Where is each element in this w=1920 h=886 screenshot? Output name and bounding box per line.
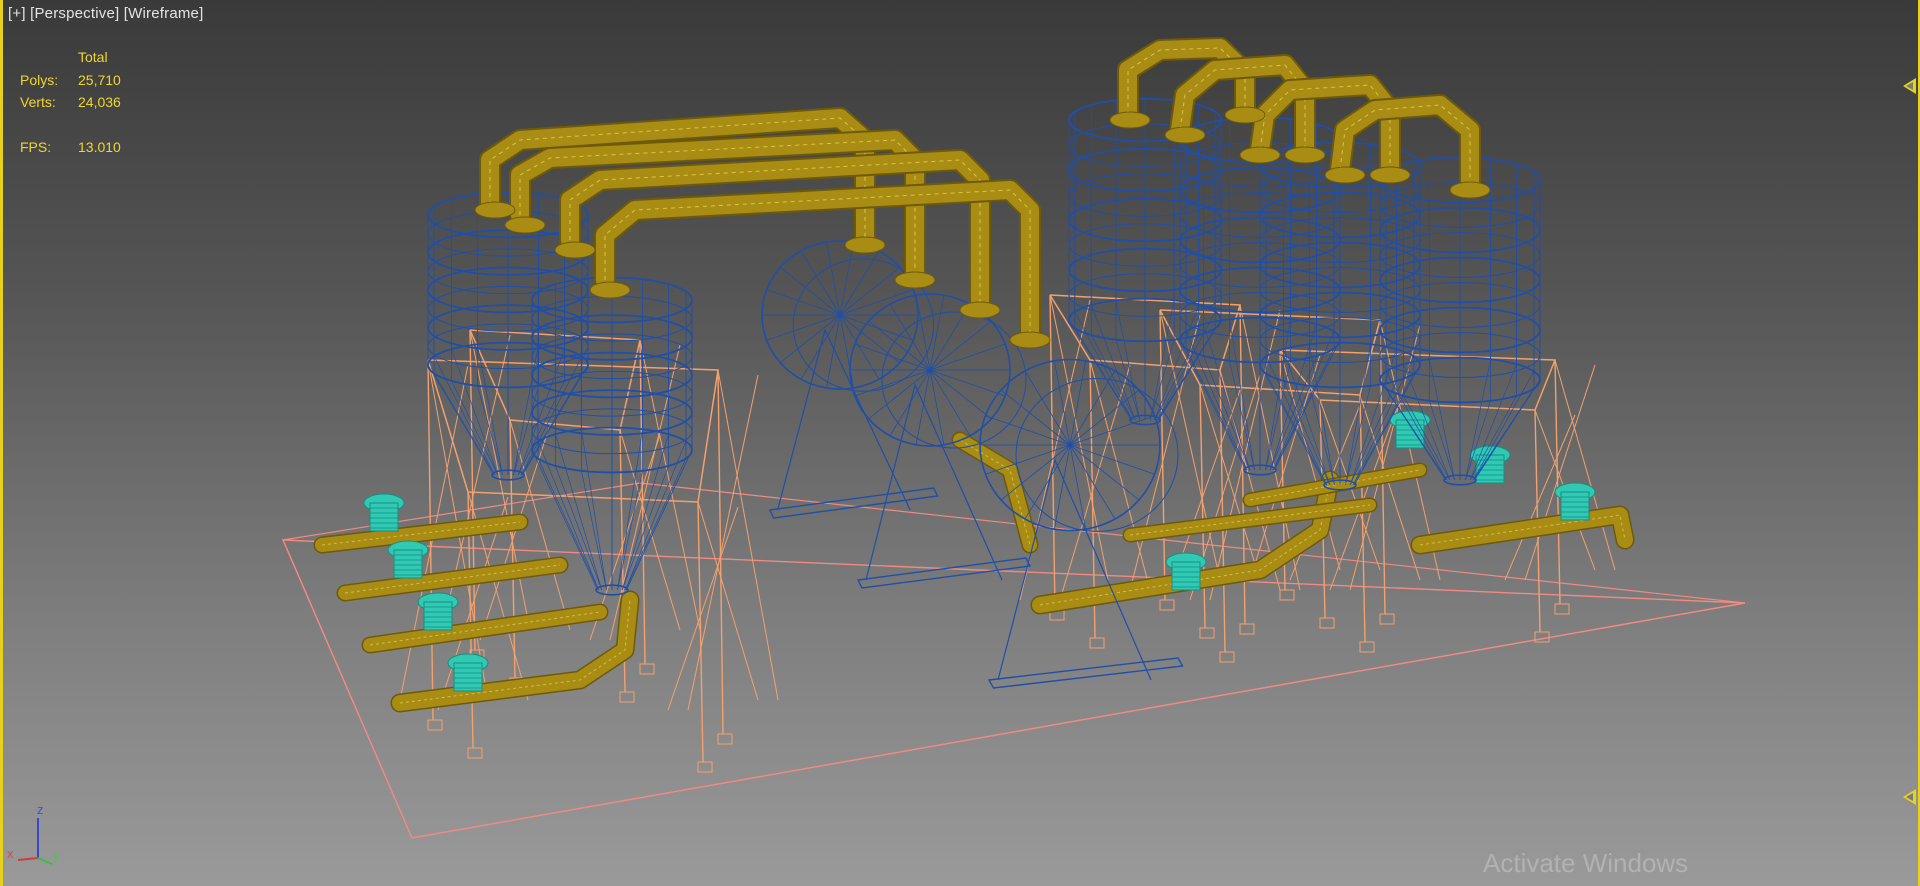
cyclone-tank[interactable] (531, 276, 693, 596)
verts-label: Verts: (20, 94, 56, 110)
valve[interactable] (1165, 552, 1207, 591)
fps-label: FPS: (20, 138, 52, 155)
viewport-statistics: Total Polys: 25,710 Verts: 24,036 FPS: 13.0… (20, 46, 121, 158)
valve[interactable] (363, 493, 405, 532)
axis-tripod-gizmo: z x y (4, 802, 68, 872)
overhead-pipes[interactable] (474, 37, 1491, 349)
wireframe-scene[interactable] (0, 0, 1920, 886)
viewport-menu-shading[interactable]: [Wireframe] (124, 5, 204, 22)
valve[interactable] (447, 653, 489, 692)
viewport-scroll-arrow-top-icon[interactable] (1903, 78, 1916, 94)
viewport-label-bar: [+] [Perspective] [Wireframe] (8, 5, 203, 22)
activate-windows-watermark: Activate Windows (1483, 848, 1689, 878)
viewport-menu-plus[interactable]: [+] (8, 5, 26, 22)
verts-value: 24,036 (78, 94, 121, 110)
viewport-scroll-arrow-bottom-icon[interactable] (1903, 789, 1916, 805)
valve[interactable] (1389, 410, 1431, 449)
polys-label: Polys: (20, 71, 59, 88)
stats-header: Total (78, 49, 108, 65)
valve[interactable] (1554, 482, 1596, 521)
viewport-menu-perspective[interactable]: [Perspective] (30, 5, 119, 22)
axis-y-label: y (53, 848, 60, 863)
valve[interactable] (417, 592, 459, 631)
axis-z-label: z (37, 802, 44, 817)
axis-x-label: x (7, 846, 14, 861)
valve[interactable] (387, 540, 429, 579)
fps-value: 13.010 (78, 138, 121, 155)
polys-value: 25,710 (78, 71, 121, 88)
viewport-perspective[interactable]: [+] [Perspective] [Wireframe] Total Poly… (0, 0, 1920, 886)
